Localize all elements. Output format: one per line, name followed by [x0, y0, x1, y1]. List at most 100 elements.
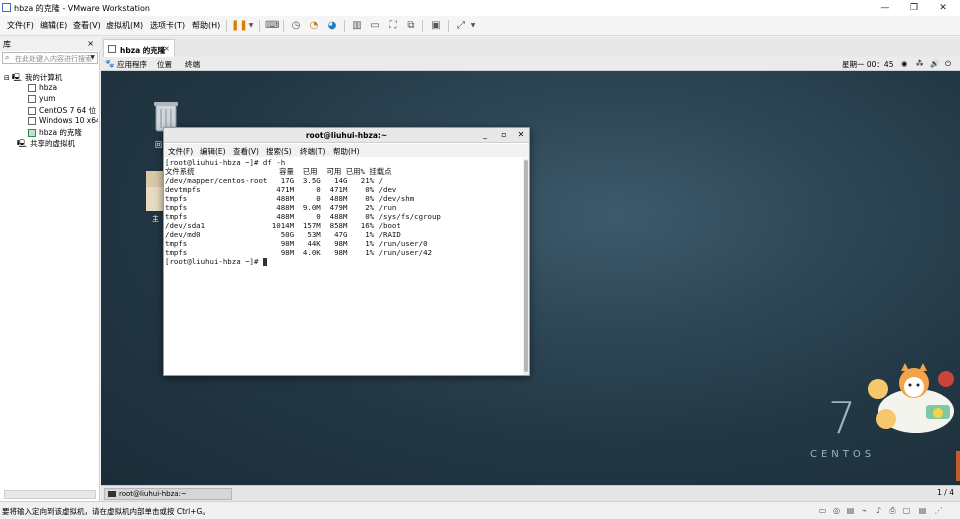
term-menu-edit[interactable]: 编辑(E)	[200, 146, 226, 157]
tab-hbza-clone[interactable]: hbza 的克隆 ×	[103, 39, 175, 57]
menu-help[interactable]: 帮助(H)	[192, 20, 220, 31]
tree-vm-item[interactable]: Windows 10 x64	[28, 116, 98, 125]
menu-file[interactable]: 文件(F)	[7, 20, 34, 31]
close-icon[interactable]: ✕	[936, 2, 950, 14]
pause-icon[interactable]: ❚❚	[231, 19, 248, 33]
vm-icon	[28, 107, 36, 115]
vm-icon	[28, 95, 36, 103]
snapshot-icon[interactable]: ◷	[289, 19, 303, 33]
term-menu-help[interactable]: 帮助(H)	[333, 146, 360, 157]
menu-tabs[interactable]: 选项卡(T)	[150, 20, 185, 31]
printer-icon[interactable]: ⎙	[888, 506, 897, 515]
hard-disk-icon[interactable]: ▭	[818, 506, 827, 515]
scrollbar-thumb[interactable]	[524, 160, 528, 372]
workspace-pager[interactable]: 1 / 4	[930, 488, 954, 499]
terminal-prompt-line[interactable]: [root@liuhui-hbza ~]#	[165, 257, 522, 266]
menu-places[interactable]: 位置	[157, 59, 172, 70]
desktop-icon-label: 主	[152, 215, 159, 223]
term-menu-file[interactable]: 文件(F)	[168, 146, 193, 157]
sidebar-toggle-icon[interactable]: ▥	[350, 19, 364, 33]
sound-icon[interactable]: ♪	[874, 506, 883, 515]
tree-shared-vms[interactable]: 🖳 共享的虚拟机	[17, 138, 75, 151]
vmware-app-icon	[2, 3, 11, 12]
network-icon[interactable]: ⁂	[916, 59, 924, 68]
display-icon[interactable]: ▢	[902, 506, 911, 515]
guest-clock[interactable]: 星期一 00：45	[842, 59, 893, 70]
menu-edit[interactable]: 编辑(E)	[40, 20, 67, 31]
guest-bottom-taskbar: root@liuhui-hbza:~ 1 / 4	[101, 485, 960, 501]
terminal-title-bar[interactable]: root@liuhui-hbza:~ _ ▫ ✕	[164, 128, 529, 143]
tree-vm-item-active[interactable]: hbza 的克隆	[28, 127, 98, 138]
terminal-cursor	[262, 258, 267, 266]
cat-sticker-image	[868, 363, 954, 433]
terminal-title: root@liuhui-hbza:~	[305, 131, 388, 140]
term-menu-terminal[interactable]: 终端(T)	[300, 146, 325, 157]
accessibility-icon[interactable]: ◉	[901, 59, 908, 68]
vm-running-icon	[28, 129, 36, 137]
revert-snapshot-icon[interactable]: ◔	[307, 19, 321, 33]
term-menu-search[interactable]: 搜索(S)	[266, 146, 292, 157]
snapshot-manager-icon[interactable]: ◕	[325, 19, 339, 33]
status-bar: 要将输入定向到该虚拟机，请在虚拟机内部单击或按 Ctrl+G。 ▭ ◎ ▤ ⌁ …	[0, 501, 960, 519]
tab-label: hbza 的克隆	[120, 46, 166, 55]
menu-view[interactable]: 查看(V)	[73, 20, 101, 31]
menu-terminal[interactable]: 终端	[185, 59, 200, 70]
thumbnail-bar-icon[interactable]: ▭	[368, 19, 382, 33]
terminal-line: tmpfs 98M 44K 98M 1% /run/user/0	[165, 239, 428, 248]
chevron-down-icon[interactable]: ▼	[90, 54, 95, 61]
console-view-icon[interactable]: ▣	[429, 19, 443, 33]
toolbar-separator	[226, 20, 227, 32]
volume-icon[interactable]: 🔊	[930, 59, 939, 68]
toolbar-separator	[283, 20, 284, 32]
menu-applications[interactable]: 应用程序	[117, 59, 147, 70]
minimize-icon[interactable]: _	[480, 130, 490, 139]
tree-vm-item[interactable]: CentOS 7 64 位	[28, 105, 98, 116]
power-icon[interactable]: ⏻	[945, 59, 951, 69]
fullscreen-icon[interactable]: ⛶	[386, 19, 400, 33]
menu-vm[interactable]: 虚拟机(M)	[106, 20, 143, 31]
close-icon[interactable]: ×	[163, 44, 170, 53]
close-icon[interactable]: ✕	[516, 130, 526, 139]
terminal-line: /dev/md0 50G 53M 47G 1% /RAID	[165, 230, 401, 239]
tree-vm-item[interactable]: hbza	[28, 83, 98, 92]
taskbar-terminal-item[interactable]: root@liuhui-hbza:~	[104, 488, 232, 500]
terminal-output[interactable]: [root@liuhui-hbza ~]# df -h 文件系统 容量 已用 可用…	[164, 158, 522, 375]
home-folder-desktop-icon[interactable]: 主	[146, 171, 164, 223]
resize-grip-icon[interactable]: ⋰	[934, 506, 943, 515]
library-title: 库	[3, 40, 11, 49]
guest-top-panel: 🐾 应用程序 位置 终端 星期一 00：45 ◉ ⁂ 🔊 ⏻	[101, 57, 960, 71]
activities-icon[interactable]: 🐾	[105, 59, 114, 68]
term-menu-view[interactable]: 查看(V)	[233, 146, 259, 157]
maximize-icon[interactable]: ▫	[499, 130, 509, 139]
collapse-icon[interactable]: ⊟	[4, 74, 10, 82]
chevron-down-icon[interactable]: ▼	[244, 19, 258, 33]
search-icon: ⌕	[5, 53, 10, 62]
terminal-line: 文件系统 容量 已用 可用 已用% 挂载点	[165, 167, 392, 176]
terminal-line: [root@liuhui-hbza ~]# df -h	[165, 158, 286, 167]
terminal-line: tmpfs 488M 9.0M 479M 2% /run	[165, 203, 397, 212]
library-search-input[interactable]: ⌕ 在此处键入内容进行搜索 ▼	[2, 52, 98, 64]
library-horizontal-scrollbar[interactable]	[4, 490, 96, 499]
vm-icon	[28, 84, 36, 92]
status-message: 要将输入定向到该虚拟机，请在虚拟机内部单击或按 Ctrl+G。	[2, 507, 210, 516]
maximize-icon[interactable]: ❐	[907, 2, 921, 14]
send-keys-icon[interactable]: ⌨	[265, 19, 279, 33]
chevron-down-icon[interactable]: ▼	[466, 19, 480, 33]
network-adapter-icon[interactable]: ▤	[846, 506, 855, 515]
minimize-icon[interactable]: —	[878, 2, 892, 14]
terminal-scrollbar[interactable]	[523, 158, 529, 375]
message-log-icon[interactable]: ▤	[918, 506, 927, 515]
unity-icon[interactable]: ⧉	[404, 19, 418, 33]
toolbar-separator	[448, 20, 449, 32]
toolbar-separator	[259, 20, 260, 32]
centos-wordmark: CENTOS	[810, 449, 876, 460]
vm-tab-strip: hbza 的克隆 ×	[101, 37, 960, 57]
cd-rom-icon[interactable]: ◎	[832, 506, 841, 515]
terminal-window[interactable]: root@liuhui-hbza:~ _ ▫ ✕ 文件(F) 编辑(E) 查看(…	[163, 127, 530, 376]
vm-tab-icon	[108, 45, 116, 53]
usb-icon[interactable]: ⌁	[860, 506, 869, 515]
close-icon[interactable]: ×	[87, 39, 94, 48]
terminal-line: tmpfs 488M 0 488M 0% /dev/shm	[165, 194, 415, 203]
tree-vm-item[interactable]: yum	[28, 94, 98, 103]
window-title: hbza 的克隆 - VMware Workstation	[14, 4, 150, 13]
